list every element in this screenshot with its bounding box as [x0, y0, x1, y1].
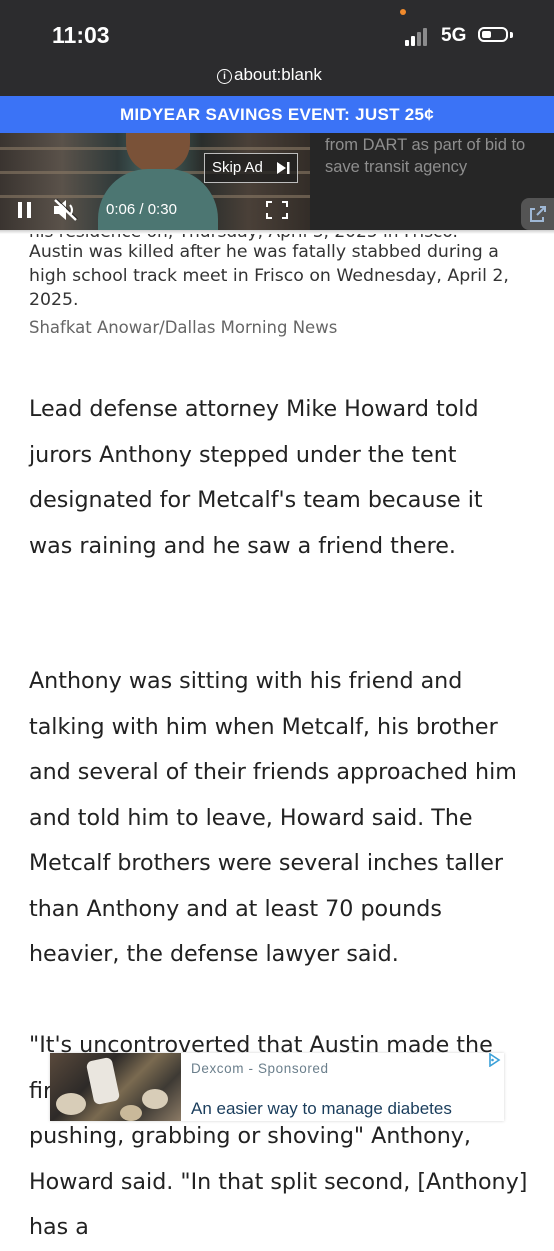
network-type: 5G: [441, 25, 467, 46]
status-bar: 11:03 5G: [0, 0, 554, 60]
url-bar[interactable]: i about:blank: [0, 60, 554, 96]
ad-headline[interactable]: An easier way to manage diabetes: [191, 1099, 452, 1119]
share-button[interactable]: [521, 198, 554, 230]
photo-credit: Shafkat Anowar/Dallas Morning News: [29, 318, 338, 337]
ad-sponsor-line: Dexcom - Sponsored: [191, 1061, 329, 1076]
article-paragraph: Lead defense attorney Mike Howard told j…: [29, 396, 483, 559]
ad-brand: Dexcom: [191, 1061, 245, 1076]
battery-tip: [510, 32, 513, 38]
fullscreen-icon[interactable]: [266, 201, 288, 219]
video-side-headline: from DART as part of bid to save transit…: [325, 136, 526, 176]
ad-image: [50, 1053, 181, 1121]
article-paragraph: Anthony was sitting with his friend and …: [29, 668, 517, 967]
signal-bars-icon: [405, 26, 431, 46]
battery-icon: [478, 27, 508, 42]
video-time-separator: /: [139, 201, 144, 218]
sponsored-ad[interactable]: Dexcom - Sponsored An easier way to mana…: [50, 1053, 504, 1121]
skip-ad-label: Skip Ad: [212, 159, 263, 176]
privacy-indicator-dot: [400, 9, 406, 15]
pause-icon[interactable]: [18, 202, 32, 218]
ad-sponsored-label: Sponsored: [257, 1061, 329, 1076]
ad-separator: -: [248, 1061, 254, 1076]
adchoices-icon[interactable]: [487, 1053, 501, 1067]
photo-caption: Austin was killed after he was fatally s…: [29, 242, 509, 310]
share-icon: [530, 206, 546, 222]
player-bottom-shadow: [0, 230, 554, 234]
status-time: 11:03: [52, 22, 110, 48]
info-icon[interactable]: i: [217, 69, 232, 84]
muted-speaker-icon[interactable]: [52, 199, 80, 221]
url-text[interactable]: about:blank: [234, 65, 322, 85]
skip-ad-button[interactable]: Skip Ad: [204, 153, 298, 183]
skip-next-icon: [277, 162, 290, 174]
video-time-total: 0:30: [147, 201, 177, 218]
promo-banner[interactable]: MIDYEAR SAVINGS EVENT: JUST 25¢: [0, 96, 554, 133]
video-time: 0:06 / 0:30: [106, 201, 177, 218]
video-time-current: 0:06: [106, 201, 136, 218]
